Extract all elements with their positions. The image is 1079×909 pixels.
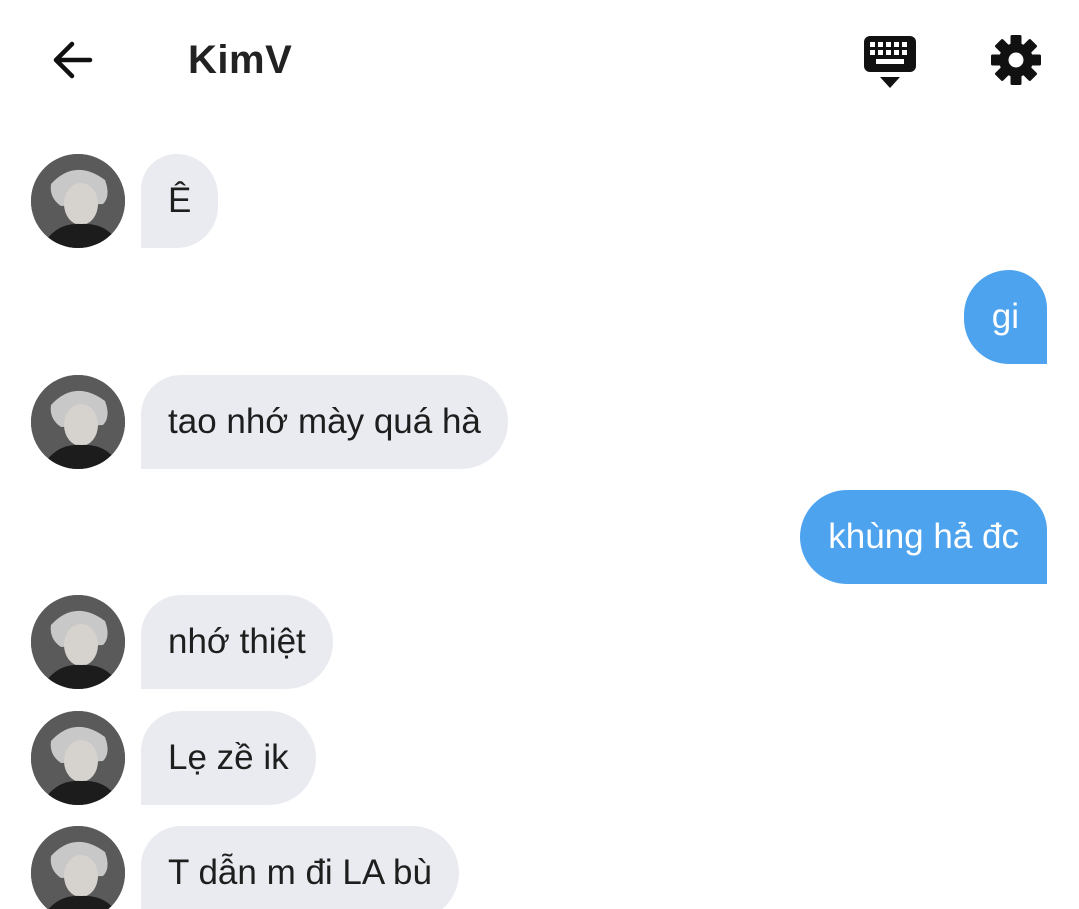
avatar[interactable] bbox=[31, 711, 125, 805]
outgoing-message-bubble[interactable]: gi bbox=[963, 270, 1047, 364]
settings-button[interactable] bbox=[986, 30, 1046, 90]
chat-header: KimV bbox=[0, 0, 1079, 120]
avatar-photo bbox=[31, 375, 125, 469]
chat-screen: KimV Ê gi tao nhớ mày quá hà khùng hả đc… bbox=[0, 0, 1079, 909]
conversation-title: KimV bbox=[188, 38, 293, 82]
avatar-photo bbox=[31, 154, 125, 248]
avatar[interactable] bbox=[31, 154, 125, 248]
avatar[interactable] bbox=[31, 595, 125, 689]
incoming-message-bubble[interactable]: Lẹ zề ik bbox=[141, 711, 316, 805]
avatar-photo bbox=[31, 826, 125, 909]
avatar[interactable] bbox=[31, 375, 125, 469]
back-button[interactable] bbox=[42, 32, 102, 88]
keyboard-hide-icon bbox=[864, 36, 916, 88]
incoming-message-bubble[interactable]: tao nhớ mày quá hà bbox=[141, 375, 508, 469]
incoming-message-bubble[interactable]: Ê bbox=[141, 154, 219, 248]
avatar-photo bbox=[31, 595, 125, 689]
hide-keyboard-button[interactable] bbox=[858, 30, 922, 92]
outgoing-message-bubble[interactable]: khùng hả đc bbox=[800, 490, 1047, 584]
incoming-message-bubble[interactable]: nhớ thiệt bbox=[141, 595, 333, 689]
incoming-message-bubble[interactable]: T dẫn m đi LA bù bbox=[141, 826, 459, 909]
avatar-photo bbox=[31, 711, 125, 805]
arrow-left-icon bbox=[53, 41, 93, 79]
avatar[interactable] bbox=[31, 826, 125, 909]
gear-icon bbox=[991, 35, 1041, 85]
